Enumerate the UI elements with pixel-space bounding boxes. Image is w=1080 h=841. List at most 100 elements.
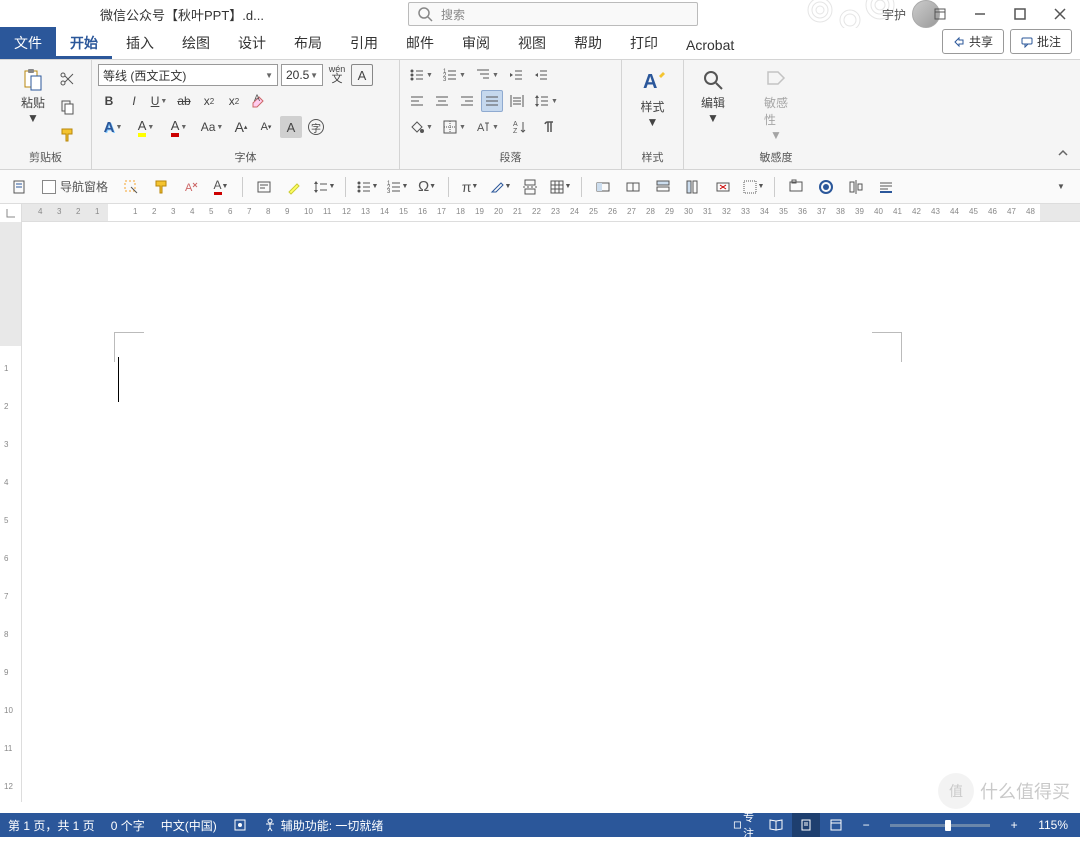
qt-paragraph-settings[interactable] [873,174,899,200]
align-center-button[interactable] [431,90,453,112]
ruler-horizontal[interactable]: 4321123456789101112131415161718192021222… [22,204,1080,222]
align-distributed-button[interactable] [506,90,528,112]
zoom-slider[interactable] [890,824,990,827]
shading-button[interactable]: ▼ [406,116,436,138]
sb-macros[interactable] [233,818,247,832]
qt-format-painter[interactable] [148,174,174,200]
sb-wordcount[interactable]: 0 个字 [111,817,145,834]
tab-insert[interactable]: 插入 [112,27,168,59]
strikethrough-button[interactable]: ab [173,90,195,112]
qt-table[interactable]: ▼ [547,174,573,200]
qt-symbol[interactable]: Ω▼ [414,174,440,200]
align-right-button[interactable] [456,90,478,112]
decrease-indent-button[interactable] [505,64,527,86]
nav-pane-checkbox[interactable]: 导航窗格 [42,178,108,195]
sb-language[interactable]: 中文(中国) [161,817,217,834]
bold-button[interactable]: B [98,90,120,112]
tab-mailings[interactable]: 邮件 [392,27,448,59]
ruler-vertical[interactable]: 12345678910111213 [0,222,22,802]
align-justify-button[interactable] [481,90,503,112]
qt-more[interactable]: ▼ [1048,174,1074,200]
tab-file[interactable]: 文件 [0,27,56,59]
sort-button[interactable]: AZ [505,116,535,138]
qt-delete-cells[interactable] [710,174,736,200]
qt-bullets[interactable]: ▼ [354,174,380,200]
tab-review[interactable]: 审阅 [448,27,504,59]
ribbon-mode-button[interactable] [920,0,960,28]
underline-button[interactable]: U▼ [148,90,170,112]
clear-format-button[interactable]: A [248,90,270,112]
qt-line-spacing[interactable]: ▼ [311,174,337,200]
tab-references[interactable]: 引用 [336,27,392,59]
shrink-font-button[interactable]: A▾ [255,116,277,138]
qt-clear-format[interactable]: A [178,174,204,200]
cut-button[interactable] [56,68,78,90]
tab-layout[interactable]: 布局 [280,27,336,59]
qt-insert-col[interactable] [680,174,706,200]
qt-numbering[interactable]: 123▼ [384,174,410,200]
text-effects-button[interactable]: A▼ [98,116,128,138]
sb-read-mode[interactable] [762,813,790,837]
tab-print[interactable]: 打印 [616,27,672,59]
maximize-button[interactable] [1000,0,1040,28]
increase-indent-button[interactable] [530,64,552,86]
ruler-corner[interactable] [0,204,22,222]
qt-page-break[interactable] [517,174,543,200]
sb-focus-mode[interactable]: 专注 [732,813,760,837]
qt-new-doc[interactable] [6,174,32,200]
sb-print-layout[interactable] [792,813,820,837]
superscript-button[interactable]: x2 [223,90,245,112]
styles-button[interactable]: A 样式▼ [631,64,675,133]
minimize-button[interactable] [960,0,1000,28]
grow-font-button[interactable]: A▴ [230,116,252,138]
bullets-button[interactable]: ▼ [406,64,436,86]
tab-draw[interactable]: 绘图 [168,27,224,59]
qt-border-style[interactable]: ▼ [740,174,766,200]
format-painter-button[interactable] [56,124,78,146]
char-border-button[interactable]: A [351,64,373,86]
qt-select[interactable] [118,174,144,200]
qt-screenshot[interactable] [783,174,809,200]
tab-acrobat[interactable]: Acrobat [672,31,748,59]
tab-home[interactable]: 开始 [56,27,112,59]
qt-circle[interactable] [813,174,839,200]
sb-zoom-in[interactable]: + [1000,813,1028,837]
qt-merge-cells[interactable] [590,174,616,200]
show-marks-button[interactable] [538,116,560,138]
borders-button[interactable]: ▼ [439,116,469,138]
font-name-combo[interactable]: 等线 (西文正文)▼ [98,64,278,86]
italic-button[interactable]: I [123,90,145,112]
phonetic-guide-button[interactable]: wén文 [326,64,348,86]
qt-font-color[interactable]: A▼ [208,174,234,200]
qt-highlight[interactable] [281,174,307,200]
numbering-button[interactable]: 123▼ [439,64,469,86]
qt-insert-row[interactable] [650,174,676,200]
comments-button[interactable]: 批注 [1010,29,1072,54]
qt-split-cells[interactable] [620,174,646,200]
align-left-button[interactable] [406,90,428,112]
sb-page[interactable]: 第 1 页，共 1 页 [8,817,95,834]
qt-pen[interactable]: ▼ [487,174,513,200]
sb-zoom-level[interactable]: 115% [1038,818,1068,832]
page-canvas[interactable] [22,222,1080,802]
change-case-button[interactable]: Aa▼ [197,116,227,138]
char-shading-button[interactable]: A [280,116,302,138]
multilevel-list-button[interactable]: ▼ [472,64,502,86]
font-size-combo[interactable]: 20.5▼ [281,64,323,86]
collapse-ribbon-button[interactable] [1056,146,1070,163]
subscript-button[interactable]: x2 [198,90,220,112]
close-button[interactable] [1040,0,1080,28]
font-color-button[interactable]: A▼ [164,116,194,138]
editing-button[interactable]: 编辑▼ [693,64,733,129]
tab-design[interactable]: 设计 [224,27,280,59]
tab-help[interactable]: 帮助 [560,27,616,59]
enclose-char-button[interactable]: 字 [305,116,327,138]
sb-zoom-out[interactable]: − [852,813,880,837]
search-box[interactable]: 搜索 [408,2,698,26]
tab-view[interactable]: 视图 [504,27,560,59]
paste-button[interactable]: 粘贴 ▼ [13,64,53,129]
sb-web-layout[interactable] [822,813,850,837]
qt-align-objects[interactable] [843,174,869,200]
highlight-button[interactable]: A▼ [131,116,161,138]
line-spacing-button[interactable]: ▼ [531,90,561,112]
